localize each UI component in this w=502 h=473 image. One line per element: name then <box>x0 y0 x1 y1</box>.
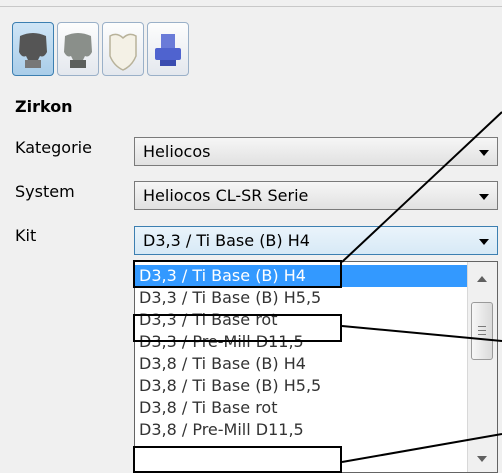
callout-pointer-lines <box>341 111 502 463</box>
